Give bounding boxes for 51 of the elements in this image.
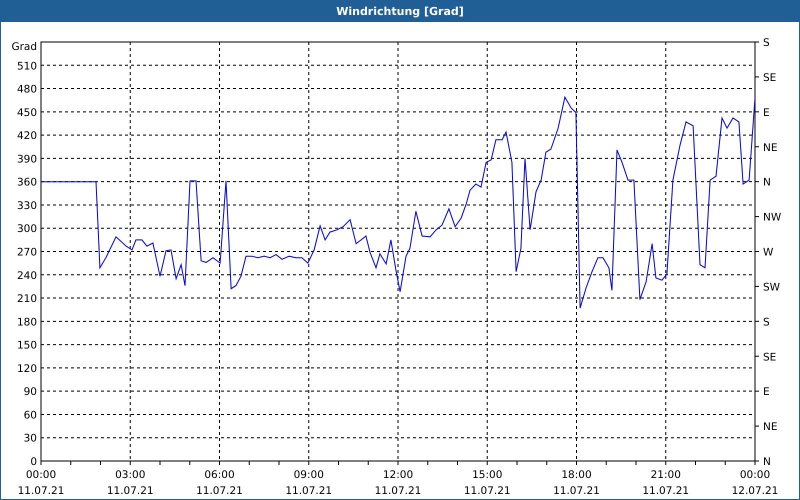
y-tick-label: 360	[16, 176, 37, 189]
compass-tick-label: NW	[763, 212, 782, 224]
x-tick-time: 12:00	[382, 469, 414, 481]
y-tick-label: 210	[16, 293, 37, 306]
compass-tick-label: N	[763, 176, 771, 189]
x-tick-date: 11.07.21	[464, 485, 511, 497]
compass-tick-label: SE	[763, 351, 776, 364]
y-tick-label: 300	[16, 223, 37, 236]
x-tick-date: 12.07.21	[732, 485, 778, 497]
y-tick-label: 390	[16, 153, 37, 166]
y-tick-label: 180	[16, 316, 37, 328]
x-tick-time: 09:00	[294, 469, 324, 481]
x-tick-time: 00:00	[26, 469, 56, 481]
compass-tick-label: SW	[763, 281, 780, 294]
x-tick-time: 18:00	[561, 469, 592, 481]
y-tick-label: 450	[16, 106, 37, 119]
x-tick-time: 03:00	[115, 469, 146, 481]
y-tick-label: 240	[16, 270, 37, 282]
y-tick-label: 120	[16, 362, 37, 375]
x-tick-time: 15:00	[472, 469, 502, 481]
compass-tick-label: E	[763, 106, 770, 119]
compass-tick-label: SE	[763, 72, 776, 84]
y-tick-label: 480	[16, 84, 37, 96]
y-tick-label: 510	[16, 60, 37, 72]
y-tick-label: 60	[24, 409, 37, 422]
y-tick-label: 90	[24, 386, 37, 398]
compass-tick-label: S	[763, 316, 770, 328]
compass-tick-label: NE	[763, 421, 778, 434]
y-tick-label: 150	[16, 340, 37, 352]
compass-tick-label: N	[763, 456, 771, 468]
window-title: Windrichtung [Grad]	[336, 5, 464, 18]
y-tick-label: 420	[16, 130, 37, 142]
x-tick-date: 11.07.21	[374, 485, 422, 497]
y-tick-label: 270	[16, 246, 37, 258]
y-tick-label: 330	[16, 200, 37, 212]
x-tick-time: 06:00	[204, 469, 235, 481]
x-tick-date: 11.07.21	[106, 485, 154, 497]
compass-tick-label: E	[763, 386, 770, 398]
x-tick-date: 11.07.21	[285, 485, 332, 497]
x-tick-date: 11.07.21	[553, 485, 600, 497]
y-tick-label: 0	[30, 456, 37, 468]
compass-tick-label: NE	[763, 142, 778, 154]
x-tick-time: 00:00	[740, 469, 770, 481]
x-tick-date: 11.07.21	[18, 485, 64, 497]
compass-tick-label: S	[763, 37, 770, 49]
x-tick-date: 11.07.21	[642, 485, 690, 497]
x-tick-time: 21:00	[650, 469, 681, 481]
compass-tick-label: W	[763, 246, 774, 258]
y-axis-title: Grad	[11, 41, 37, 53]
y-tick-label: 30	[24, 432, 37, 445]
x-tick-date: 11.07.21	[196, 485, 243, 497]
